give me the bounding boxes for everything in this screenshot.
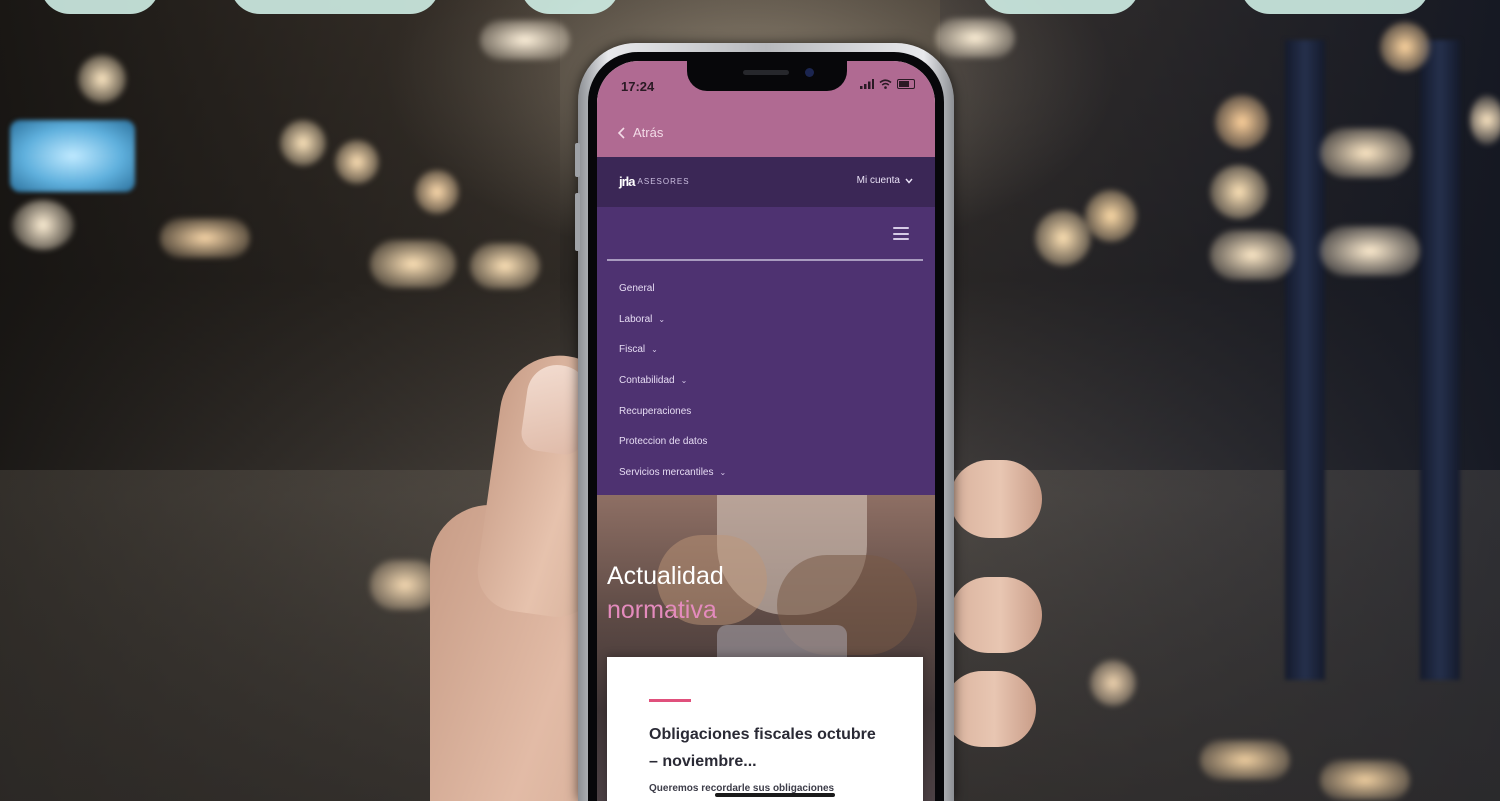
- hand-finger: [950, 577, 1042, 653]
- menu-item-fiscal[interactable]: Fiscal ⌄: [619, 334, 726, 365]
- background-pillar: [1285, 40, 1325, 680]
- home-indicator[interactable]: [715, 793, 835, 797]
- account-chevron-icon: [905, 178, 913, 184]
- bokeh-light: [1210, 230, 1294, 280]
- site-logo[interactable]: jrla ASESORES: [619, 174, 690, 189]
- bokeh-light: [1320, 760, 1410, 800]
- menu-item-general[interactable]: General: [619, 273, 726, 304]
- phone-side-button: [575, 193, 580, 251]
- status-icons: [860, 79, 915, 89]
- menu-list: General Laboral ⌄ Fiscal ⌄ Contabilidad ⌄ R…: [619, 273, 726, 488]
- bokeh-light: [1215, 95, 1269, 149]
- hand-finger: [950, 460, 1042, 538]
- bokeh-light: [1085, 190, 1137, 242]
- bokeh-light: [1470, 95, 1500, 145]
- menu-item-proteccion-de-datos[interactable]: Proteccion de datos: [619, 426, 726, 457]
- bokeh-light: [370, 240, 456, 288]
- submenu-chevron-icon: ⌄: [719, 467, 727, 477]
- hamburger-menu-icon[interactable]: [893, 227, 909, 240]
- watermark-shape: [40, 0, 160, 14]
- menu-item-servicios-mercantiles[interactable]: Servicios mercantiles ⌄: [619, 457, 726, 488]
- submenu-chevron-icon: ⌄: [680, 375, 688, 385]
- bokeh-light: [1380, 22, 1430, 72]
- bokeh-light: [12, 200, 74, 250]
- bokeh-light: [280, 120, 326, 166]
- bokeh-light: [1035, 210, 1091, 266]
- earpiece-speaker: [743, 70, 789, 75]
- watermark-shapes: [0, 0, 1500, 14]
- hero-title-line1: Actualidad: [607, 562, 724, 590]
- phone-notch: [687, 61, 847, 91]
- navigation-menu: General Laboral ⌄ Fiscal ⌄ Contabilidad ⌄ R…: [597, 207, 935, 495]
- watermark-shape: [230, 0, 440, 14]
- smartphone: 17:24 Atrás jrla ASESORES Mi cuenta Gene…: [575, 43, 954, 801]
- card-accent-line: [649, 699, 691, 702]
- logo-text: ASESORES: [637, 177, 690, 186]
- hand-finger: [944, 671, 1036, 747]
- bokeh-light: [1090, 660, 1136, 706]
- bokeh-light: [335, 140, 379, 184]
- signal-icon: [860, 79, 874, 89]
- phone-bezel: 17:24 Atrás jrla ASESORES Mi cuenta Gene…: [588, 52, 944, 801]
- menu-divider: [607, 259, 923, 261]
- account-label: Mi cuenta: [856, 175, 900, 186]
- article-title[interactable]: Obligaciones fiscales octubre – noviembr…: [649, 721, 889, 775]
- wifi-icon: [879, 79, 892, 89]
- hero-title-line2: normativa: [607, 596, 717, 624]
- bokeh-light: [1200, 740, 1290, 780]
- hero-title: Actualidad normativa: [607, 559, 724, 627]
- bokeh-light: [1320, 226, 1420, 276]
- bokeh-light: [78, 55, 126, 103]
- submenu-chevron-icon: ⌄: [651, 345, 658, 355]
- account-menu-button[interactable]: Mi cuenta: [857, 175, 913, 186]
- bokeh-light: [935, 18, 1015, 58]
- background-blue-sign: [10, 120, 135, 192]
- menu-item-recuperaciones[interactable]: Recuperaciones: [619, 396, 726, 427]
- back-chevron-icon: [617, 126, 625, 139]
- front-camera: [805, 68, 814, 77]
- bokeh-light: [1320, 128, 1412, 178]
- bokeh-light: [415, 170, 459, 214]
- navigation-bar: Atrás: [597, 113, 935, 157]
- status-time: 17:24: [621, 79, 655, 94]
- phone-side-button: [575, 143, 580, 177]
- bokeh-light: [480, 20, 570, 60]
- back-label: Atrás: [633, 125, 664, 140]
- menu-item-laboral[interactable]: Laboral ⌄: [619, 304, 726, 335]
- logo-mark: jrla: [619, 174, 635, 189]
- bokeh-light: [160, 218, 250, 258]
- back-button[interactable]: Atrás: [617, 125, 663, 140]
- phone-screen: 17:24 Atrás jrla ASESORES Mi cuenta Gene…: [597, 61, 935, 801]
- article-card[interactable]: Obligaciones fiscales octubre – noviembr…: [607, 657, 923, 801]
- watermark-shape: [980, 0, 1140, 14]
- bokeh-light: [1210, 165, 1268, 219]
- watermark-shape: [1240, 0, 1430, 14]
- site-header: jrla ASESORES Mi cuenta: [597, 157, 935, 207]
- submenu-chevron-icon: ⌄: [658, 314, 666, 324]
- background-pillar: [1420, 40, 1460, 680]
- bokeh-light: [470, 243, 540, 289]
- watermark-shape: [520, 0, 620, 14]
- menu-item-contabilidad[interactable]: Contabilidad ⌄: [619, 365, 726, 396]
- battery-icon: [897, 79, 915, 89]
